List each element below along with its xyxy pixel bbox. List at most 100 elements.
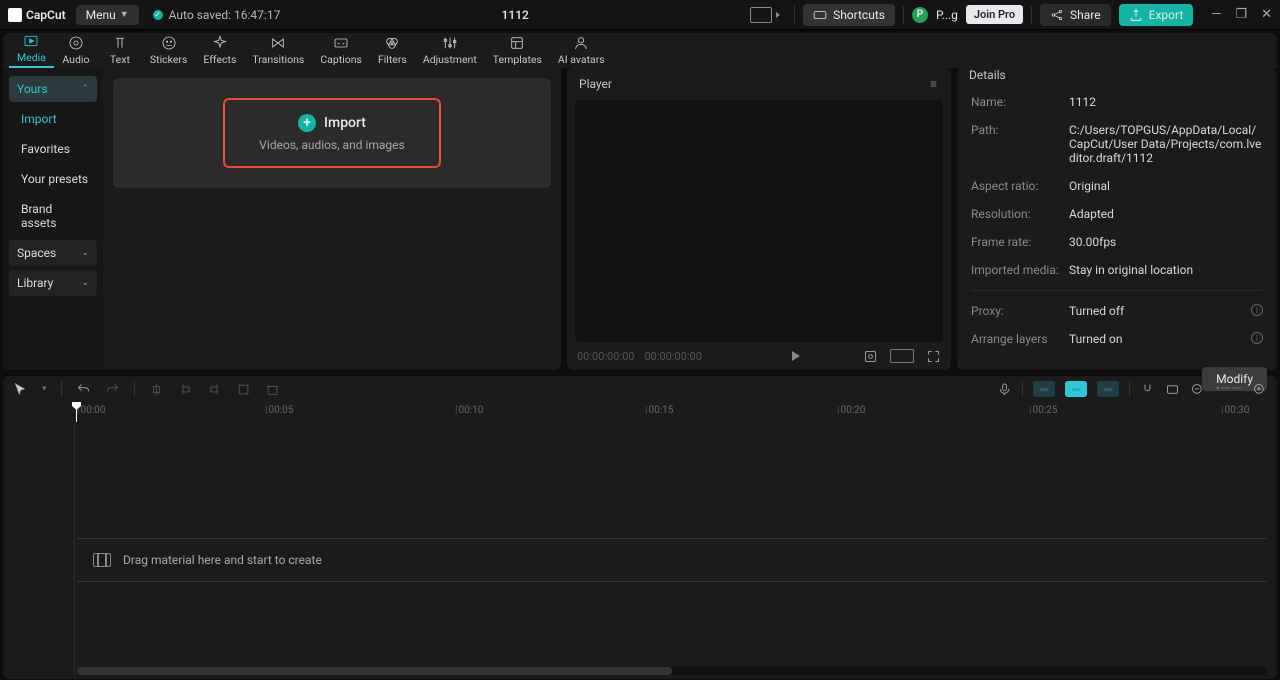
cursor-dropdown[interactable]: ▾ [42, 384, 47, 394]
sidebar-item-favorites[interactable]: Favorites [9, 136, 97, 162]
menu-label: Menu [86, 8, 116, 22]
timeline-ruler[interactable]: 00:00 00:05 00:10 00:15 00:20 00:25 00:3… [3, 402, 1277, 422]
value-framerate: 30.00fps [1069, 235, 1263, 249]
share-button[interactable]: Share [1040, 4, 1111, 26]
playhead[interactable] [76, 402, 77, 422]
tab-text[interactable]: Text [98, 32, 142, 68]
cursor-tool[interactable] [13, 382, 28, 397]
details-panel: Details Name:1112 Path:C:/Users/TOPGUS/A… [957, 68, 1277, 370]
tab-filters[interactable]: Filters [370, 32, 415, 68]
mic-button[interactable] [997, 382, 1012, 397]
tab-captions[interactable]: Captions [312, 32, 370, 68]
avatar[interactable]: P [912, 7, 928, 23]
close-button[interactable]: ✕ [1261, 7, 1272, 22]
tab-label: AI avatars [558, 53, 605, 66]
maximize-button[interactable]: ❐ [1235, 7, 1247, 22]
sidebar-item-spaces[interactable]: Spaces⌄ [9, 240, 97, 266]
tab-label: Media [17, 51, 46, 64]
zoom-out-button[interactable] [1190, 382, 1205, 397]
split-button[interactable] [149, 382, 164, 397]
timeline-tracks[interactable]: Drag material here and start to create [3, 422, 1277, 679]
snap-option-3[interactable]: ◦◦◦ [1097, 381, 1119, 397]
sidebar-item-yours[interactable]: Yours⌃ [9, 76, 97, 102]
magnet-button[interactable] [1140, 382, 1155, 397]
tab-label: Templates [493, 53, 542, 66]
project-title: 1112 [290, 8, 740, 22]
filters-icon [383, 35, 401, 51]
zoom-in-button[interactable] [1252, 382, 1267, 397]
divider [794, 6, 795, 24]
timeline-scrollbar[interactable] [77, 667, 1267, 675]
sidebar-item-library[interactable]: Library⌄ [9, 270, 97, 296]
divider [1129, 381, 1130, 397]
label-framerate: Frame rate: [971, 235, 1059, 249]
info-icon[interactable]: i [1251, 332, 1263, 344]
player-menu-icon[interactable]: ≡ [930, 77, 939, 91]
sidebar-item-presets[interactable]: Your presets [9, 166, 97, 192]
tab-label: Filters [378, 53, 407, 66]
tab-effects[interactable]: Effects [195, 32, 244, 68]
zoom-slider[interactable]: •—— [1215, 381, 1242, 397]
tab-adjustment[interactable]: Adjustment [415, 32, 485, 68]
tab-ai-avatars[interactable]: AI avatars [550, 32, 613, 68]
player-panel: Player ≡ 00:00:00:00 00:00:00:00 [567, 68, 951, 370]
import-dropzone[interactable]: + Import Videos, audios, and images [113, 78, 551, 188]
scrollbar-thumb[interactable] [77, 667, 672, 675]
check-icon: ✓ [153, 10, 163, 20]
label-path: Path: [971, 123, 1059, 165]
import-subtitle: Videos, audios, and images [259, 138, 404, 152]
value-name: 1112 [1069, 95, 1263, 109]
aspect-icon [750, 7, 772, 23]
join-pro-button[interactable]: Join Pro [966, 5, 1023, 24]
value-arrange-text: Turned on [1069, 332, 1123, 346]
shortcuts-button[interactable]: Shortcuts [803, 4, 895, 26]
label-imported: Imported media: [971, 263, 1059, 277]
trim-right-button[interactable] [207, 382, 222, 397]
tab-label: Effects [203, 53, 236, 66]
snap-option-2[interactable]: ◦◦◦ [1065, 381, 1087, 397]
media-sidebar: Yours⌃ Import Favorites Your presets Bra… [3, 68, 103, 370]
captions-icon [332, 35, 350, 51]
value-arrange: Turned on i [1069, 332, 1263, 346]
crop-button[interactable] [236, 382, 251, 397]
tab-label: Audio [62, 53, 89, 66]
delete-button[interactable] [265, 382, 280, 397]
ruler-tick: 00:20 [837, 405, 865, 416]
autosave-text: Auto saved: 16:47:17 [169, 8, 281, 22]
tab-templates[interactable]: Templates [485, 32, 550, 68]
preview-button[interactable] [1165, 382, 1180, 397]
play-button[interactable] [792, 351, 800, 361]
tab-label: Captions [320, 53, 362, 66]
chevron-down-icon: ⌄ [81, 278, 89, 288]
label-arrange: Arrange layers [971, 332, 1059, 346]
minimize-button[interactable]: ― [1211, 7, 1221, 22]
divider [61, 381, 62, 397]
trim-left-button[interactable] [178, 382, 193, 397]
tab-media[interactable]: Media [9, 30, 54, 68]
tab-label: Stickers [150, 53, 187, 66]
ratio-button[interactable] [890, 349, 914, 363]
info-icon[interactable]: i [1251, 304, 1263, 316]
canvas-aspect-button[interactable] [750, 7, 772, 23]
undo-button[interactable] [76, 382, 91, 397]
menu-button[interactable]: Menu ▼ [76, 5, 139, 25]
adjustment-icon [441, 35, 459, 51]
stickers-icon [160, 35, 178, 51]
tab-audio[interactable]: Audio [54, 32, 98, 68]
label-resolution: Resolution: [971, 207, 1059, 221]
tab-transitions[interactable]: Transitions [244, 32, 312, 68]
transitions-icon [269, 35, 287, 51]
avatar-icon [572, 35, 590, 51]
tab-stickers[interactable]: Stickers [142, 32, 195, 68]
export-button[interactable]: Export [1119, 4, 1194, 26]
snapshot-icon[interactable] [863, 349, 878, 364]
sidebar-item-import[interactable]: Import [9, 106, 97, 132]
user-name: P...g [936, 8, 958, 22]
divider [971, 290, 1263, 291]
time-current: 00:00:00:00 [577, 350, 634, 363]
snap-option-1[interactable]: ◦◦◦ [1033, 381, 1055, 397]
fullscreen-icon[interactable] [926, 349, 941, 364]
redo-button[interactable] [105, 382, 120, 397]
export-icon [1129, 8, 1143, 22]
sidebar-item-brand[interactable]: Brand assets [9, 196, 97, 236]
